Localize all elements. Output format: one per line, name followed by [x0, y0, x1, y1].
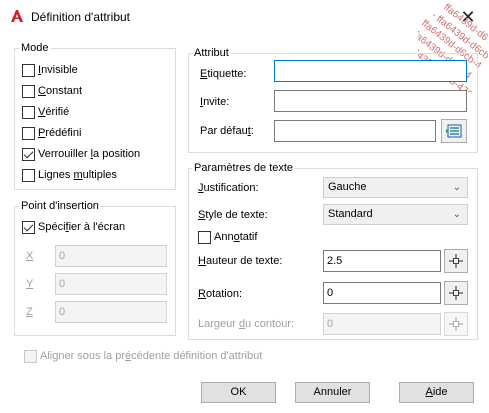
z-field[interactable]: 0 — [55, 301, 167, 323]
invisible-label: Invisible — [38, 64, 78, 76]
y-field[interactable]: 0 — [55, 273, 167, 295]
align-below-checkbox[interactable] — [24, 350, 37, 363]
lock-position-checkbox[interactable] — [22, 148, 35, 161]
align-below-label: Aligner sous la précédente définition d'… — [40, 350, 263, 362]
tag-label: Etiquette: — [200, 68, 247, 80]
prompt-label: Invite: — [200, 96, 230, 108]
text-style-label: Style de texte: — [198, 209, 268, 221]
text-height-label: Hauteur de texte: — [198, 255, 283, 267]
tag-input[interactable] — [274, 60, 467, 82]
insert-field-button[interactable] — [441, 119, 467, 143]
multiple-lines-checkbox[interactable] — [22, 169, 35, 182]
lock-position-label: Verrouiller la position — [38, 148, 141, 160]
specify-on-screen-label: Spécifier à l'écran — [38, 221, 126, 233]
crosshair-pick-icon — [449, 286, 463, 300]
verify-checkbox[interactable] — [22, 106, 35, 119]
help-button[interactable]: Aide — [399, 382, 474, 403]
preset-checkbox[interactable] — [22, 127, 35, 140]
ok-button[interactable]: OK — [201, 382, 276, 403]
autocad-logo-icon — [11, 10, 23, 22]
attribute-title: Attribut — [192, 47, 231, 59]
justification-label: Justification: — [198, 182, 259, 194]
annotative-label: Annotatif — [214, 231, 258, 243]
rotation-input[interactable]: 0 — [323, 282, 441, 304]
constant-checkbox[interactable] — [22, 85, 35, 98]
chevron-down-icon: ⌄ — [452, 182, 461, 193]
insert-field-icon — [446, 124, 462, 138]
justification-value: Gauche — [328, 181, 367, 193]
text-height-input[interactable]: 2.5 — [323, 250, 441, 272]
x-label: X — [26, 250, 34, 262]
verify-label: Vérifié — [38, 106, 70, 118]
x-field[interactable]: 0 — [55, 245, 167, 267]
rotation-label: Rotation: — [198, 288, 243, 300]
text-style-value: Standard — [328, 208, 373, 220]
multiple-lines-label: Lignes multiples — [38, 169, 117, 181]
insertion-point-title: Point d'insertion — [19, 200, 101, 212]
default-input[interactable] — [274, 120, 436, 142]
justification-select[interactable]: Gauche ⌄ — [323, 177, 468, 198]
chevron-down-icon: ⌄ — [452, 209, 461, 220]
boundary-width-label: Largeur du contour: — [198, 318, 295, 330]
pick-boundary-button[interactable] — [444, 312, 468, 336]
constant-label: Constant — [38, 85, 83, 97]
pick-height-button[interactable] — [444, 249, 468, 273]
text-style-select[interactable]: Standard ⌄ — [323, 204, 468, 225]
mode-title: Mode — [19, 42, 51, 54]
pick-rotation-button[interactable] — [444, 281, 468, 305]
prompt-input[interactable] — [274, 90, 467, 112]
text-settings-title: Paramètres de texte — [192, 162, 296, 174]
preset-label: Prédéfini — [38, 127, 82, 139]
annotative-checkbox[interactable] — [198, 231, 211, 244]
invisible-checkbox[interactable] — [22, 64, 35, 77]
window-title: Définition d'attribut — [31, 10, 131, 24]
boundary-width-input[interactable]: 0 — [323, 313, 441, 335]
crosshair-pick-icon — [449, 254, 463, 268]
cancel-button[interactable]: Annuler — [295, 382, 370, 403]
specify-on-screen-checkbox[interactable] — [22, 221, 35, 234]
y-label: Y — [26, 278, 34, 290]
default-label: Par défaut: — [200, 125, 254, 137]
z-label: Z — [26, 306, 33, 318]
crosshair-pick-icon — [449, 317, 463, 331]
